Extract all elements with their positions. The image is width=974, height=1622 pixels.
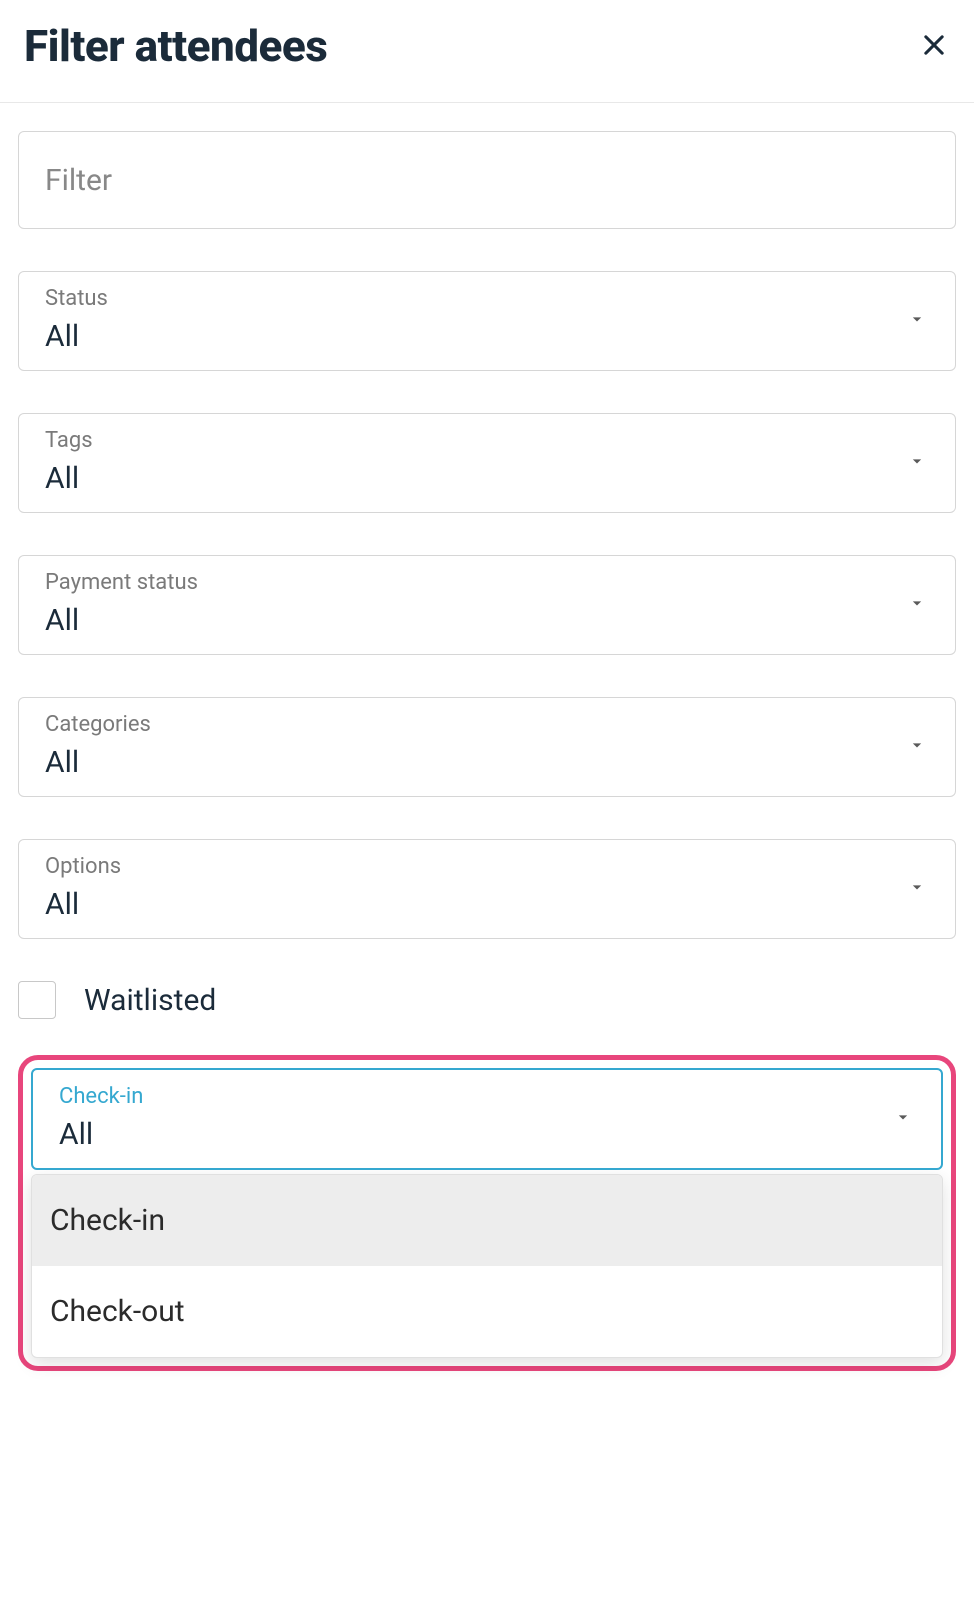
- close-icon: [920, 31, 948, 62]
- status-label: Status: [45, 286, 929, 311]
- checkin-option-checkin[interactable]: Check-in: [32, 1175, 942, 1266]
- categories-select[interactable]: Categories All: [18, 697, 956, 797]
- chevron-down-icon: [907, 593, 927, 617]
- close-button[interactable]: [918, 30, 950, 62]
- tags-value: All: [45, 461, 929, 496]
- waitlisted-label: Waitlisted: [84, 983, 216, 1018]
- options-select-group: Options All: [18, 839, 956, 939]
- checkin-value: All: [59, 1117, 915, 1152]
- payment-status-label: Payment status: [45, 570, 929, 595]
- waitlisted-row: Waitlisted: [18, 981, 956, 1019]
- waitlisted-checkbox[interactable]: [18, 981, 56, 1019]
- tags-select[interactable]: Tags All: [18, 413, 956, 513]
- status-select-group: Status All: [18, 271, 956, 371]
- options-value: All: [45, 887, 929, 922]
- categories-value: All: [45, 745, 929, 780]
- payment-status-value: All: [45, 603, 929, 638]
- chevron-down-icon: [907, 877, 927, 901]
- tags-select-group: Tags All: [18, 413, 956, 513]
- options-label: Options: [45, 854, 929, 879]
- filter-input[interactable]: [18, 131, 956, 229]
- options-select[interactable]: Options All: [18, 839, 956, 939]
- chevron-down-icon: [907, 309, 927, 333]
- categories-label: Categories: [45, 712, 929, 737]
- checkin-label: Check-in: [59, 1084, 915, 1109]
- checkin-dropdown-menu: Check-in Check-out: [31, 1174, 943, 1358]
- chevron-down-icon: [893, 1107, 913, 1131]
- dialog-header: Filter attendees: [0, 0, 974, 103]
- status-value: All: [45, 319, 929, 354]
- checkin-highlight: Check-in All Check-in Check-out: [18, 1055, 956, 1371]
- payment-status-select[interactable]: Payment status All: [18, 555, 956, 655]
- status-select[interactable]: Status All: [18, 271, 956, 371]
- categories-select-group: Categories All: [18, 697, 956, 797]
- checkin-select[interactable]: Check-in All: [31, 1068, 943, 1170]
- payment-status-select-group: Payment status All: [18, 555, 956, 655]
- page-title: Filter attendees: [24, 20, 327, 72]
- checkin-option-checkout[interactable]: Check-out: [32, 1266, 942, 1357]
- chevron-down-icon: [907, 735, 927, 759]
- dialog-body: Status All Tags All Payment status All C…: [0, 103, 974, 1389]
- tags-label: Tags: [45, 428, 929, 453]
- chevron-down-icon: [907, 451, 927, 475]
